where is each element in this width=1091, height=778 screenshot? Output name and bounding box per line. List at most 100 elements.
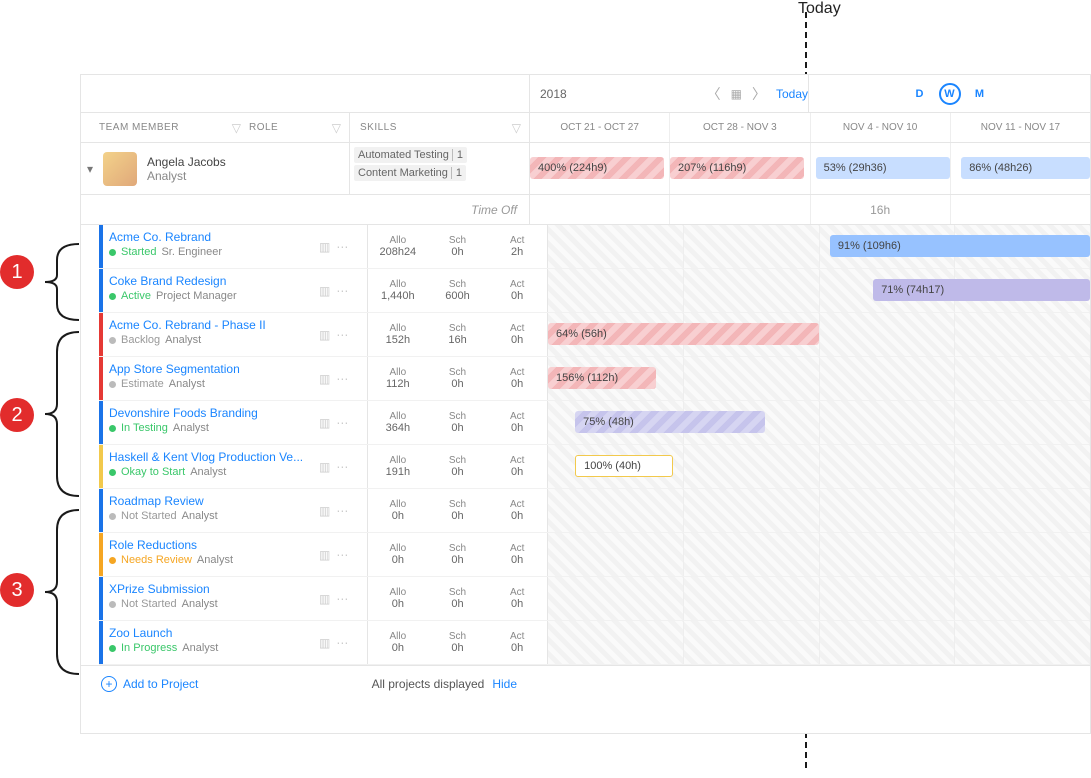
more-icon[interactable]: ⋯ [336, 636, 348, 650]
project-row: Roadmap Review Not Started Analyst ▥ ⋯ A… [99, 489, 1090, 533]
project-timeline [547, 533, 1090, 576]
project-timeline [547, 621, 1090, 664]
project-title-link[interactable]: XPrize Submission [109, 582, 313, 596]
project-role: Analyst [169, 378, 205, 390]
utilization-bar[interactable]: 400% (224h9) [530, 157, 664, 179]
project-row: App Store Segmentation Estimate Analyst … [99, 357, 1090, 401]
member-name: Angela Jacobs [147, 155, 226, 169]
filter-icon[interactable]: ▽ [232, 121, 241, 135]
project-timeline: 156% (112h) [547, 357, 1090, 400]
date-range-header[interactable]: OCT 21 - OCT 27 [530, 113, 670, 142]
calendar-icon[interactable]: ▦ [731, 87, 742, 101]
allocation-bar[interactable]: 75% (48h) [575, 411, 765, 433]
allocation-bar[interactable]: 156% (112h) [548, 367, 656, 389]
role-header[interactable]: ROLE [249, 122, 278, 133]
date-range-header[interactable]: NOV 11 - NOV 17 [951, 113, 1090, 142]
project-title-link[interactable]: Coke Brand Redesign [109, 274, 313, 288]
team-member-header[interactable]: TEAM MEMBER [99, 122, 179, 133]
callout-bracket-1 [43, 240, 79, 324]
status-dot-icon [109, 293, 116, 300]
allo-value: 0h [392, 554, 404, 566]
top-header: 2018 〈 ▦ 〉 Today D W M [81, 75, 1090, 113]
detail-icon[interactable]: ▥ [319, 416, 330, 430]
skill-pill[interactable]: Automated Testing1 [354, 147, 467, 163]
more-icon[interactable]: ⋯ [336, 592, 348, 606]
project-title-link[interactable]: Acme Co. Rebrand - Phase II [109, 318, 313, 332]
project-title-link[interactable]: Roadmap Review [109, 494, 313, 508]
today-button[interactable]: Today [776, 87, 808, 101]
allocation-bar[interactable]: 100% (40h) [575, 455, 673, 477]
skill-pill[interactable]: Content Marketing1 [354, 165, 466, 181]
allocation-bar[interactable]: 64% (56h) [548, 323, 819, 345]
hide-link[interactable]: Hide [492, 677, 517, 691]
project-title-link[interactable]: Acme Co. Rebrand [109, 230, 313, 244]
utilization-bar[interactable]: 86% (48h26) [961, 157, 1090, 179]
detail-icon[interactable]: ▥ [319, 504, 330, 518]
date-range-header[interactable]: OCT 28 - NOV 3 [670, 113, 810, 142]
project-title-link[interactable]: App Store Segmentation [109, 362, 313, 376]
sch-value: 0h [451, 422, 463, 434]
view-week-button[interactable]: W [939, 83, 961, 105]
more-icon[interactable]: ⋯ [336, 416, 348, 430]
member-row: ▾ Angela Jacobs Analyst Automated Testin… [81, 143, 1090, 195]
skills-header[interactable]: SKILLS [360, 122, 397, 133]
sch-header: Sch [449, 455, 466, 466]
project-title-link[interactable]: Devonshire Foods Branding [109, 406, 313, 420]
utilization-bar[interactable]: 207% (116h9) [670, 157, 804, 179]
allo-header: Allo [389, 631, 406, 642]
more-icon[interactable]: ⋯ [336, 372, 348, 386]
detail-icon[interactable]: ▥ [319, 372, 330, 386]
detail-icon[interactable]: ▥ [319, 240, 330, 254]
status-dot-icon [109, 601, 116, 608]
date-range-header[interactable]: NOV 4 - NOV 10 [811, 113, 951, 142]
project-title-link[interactable]: Haskell & Kent Vlog Production Ve... [109, 450, 313, 464]
add-to-project-button[interactable]: + Add to Project [81, 676, 198, 692]
detail-icon[interactable]: ▥ [319, 328, 330, 342]
more-icon[interactable]: ⋯ [336, 328, 348, 342]
detail-icon[interactable]: ▥ [319, 548, 330, 562]
filter-icon[interactable]: ▽ [332, 121, 341, 135]
more-icon[interactable]: ⋯ [336, 284, 348, 298]
project-role: Analyst [182, 642, 218, 654]
allocation-bar[interactable]: 91% (109h6) [830, 235, 1090, 257]
prev-arrow-icon[interactable]: 〈 [707, 84, 721, 104]
project-status: Okay to Start [121, 466, 185, 478]
allocation-bar[interactable]: 71% (74h17) [873, 279, 1090, 301]
utilization-bar[interactable]: 53% (29h36) [816, 157, 950, 179]
detail-icon[interactable]: ▥ [319, 284, 330, 298]
act-header: Act [510, 367, 524, 378]
act-header: Act [510, 587, 524, 598]
project-role: Analyst [173, 422, 209, 434]
callout-3: 3 [0, 573, 34, 607]
year-label: 2018 [540, 87, 567, 101]
project-status: Backlog [121, 334, 160, 346]
sch-value: 0h [451, 466, 463, 478]
more-icon[interactable]: ⋯ [336, 460, 348, 474]
next-arrow-icon[interactable]: 〉 [752, 84, 766, 104]
more-icon[interactable]: ⋯ [336, 504, 348, 518]
allo-value: 0h [392, 510, 404, 522]
detail-icon[interactable]: ▥ [319, 592, 330, 606]
detail-icon[interactable]: ▥ [319, 636, 330, 650]
project-status: Not Started [121, 510, 177, 522]
project-timeline: 71% (74h17) [547, 269, 1090, 312]
filter-icon[interactable]: ▽ [512, 121, 521, 135]
project-title-link[interactable]: Role Reductions [109, 538, 313, 552]
act-header: Act [510, 411, 524, 422]
more-icon[interactable]: ⋯ [336, 240, 348, 254]
act-header: Act [510, 455, 524, 466]
sch-header: Sch [449, 587, 466, 598]
project-title-link[interactable]: Zoo Launch [109, 626, 313, 640]
view-month-button[interactable]: M [969, 83, 991, 105]
detail-icon[interactable]: ▥ [319, 460, 330, 474]
more-icon[interactable]: ⋯ [336, 548, 348, 562]
act-value: 0h [511, 422, 523, 434]
act-header: Act [510, 499, 524, 510]
view-day-button[interactable]: D [909, 83, 931, 105]
act-value: 0h [511, 642, 523, 654]
sch-value: 600h [445, 290, 469, 302]
allo-header: Allo [389, 455, 406, 466]
expand-toggle-icon[interactable]: ▾ [81, 162, 99, 176]
allo-header: Allo [389, 499, 406, 510]
project-row: Haskell & Kent Vlog Production Ve... Oka… [99, 445, 1090, 489]
